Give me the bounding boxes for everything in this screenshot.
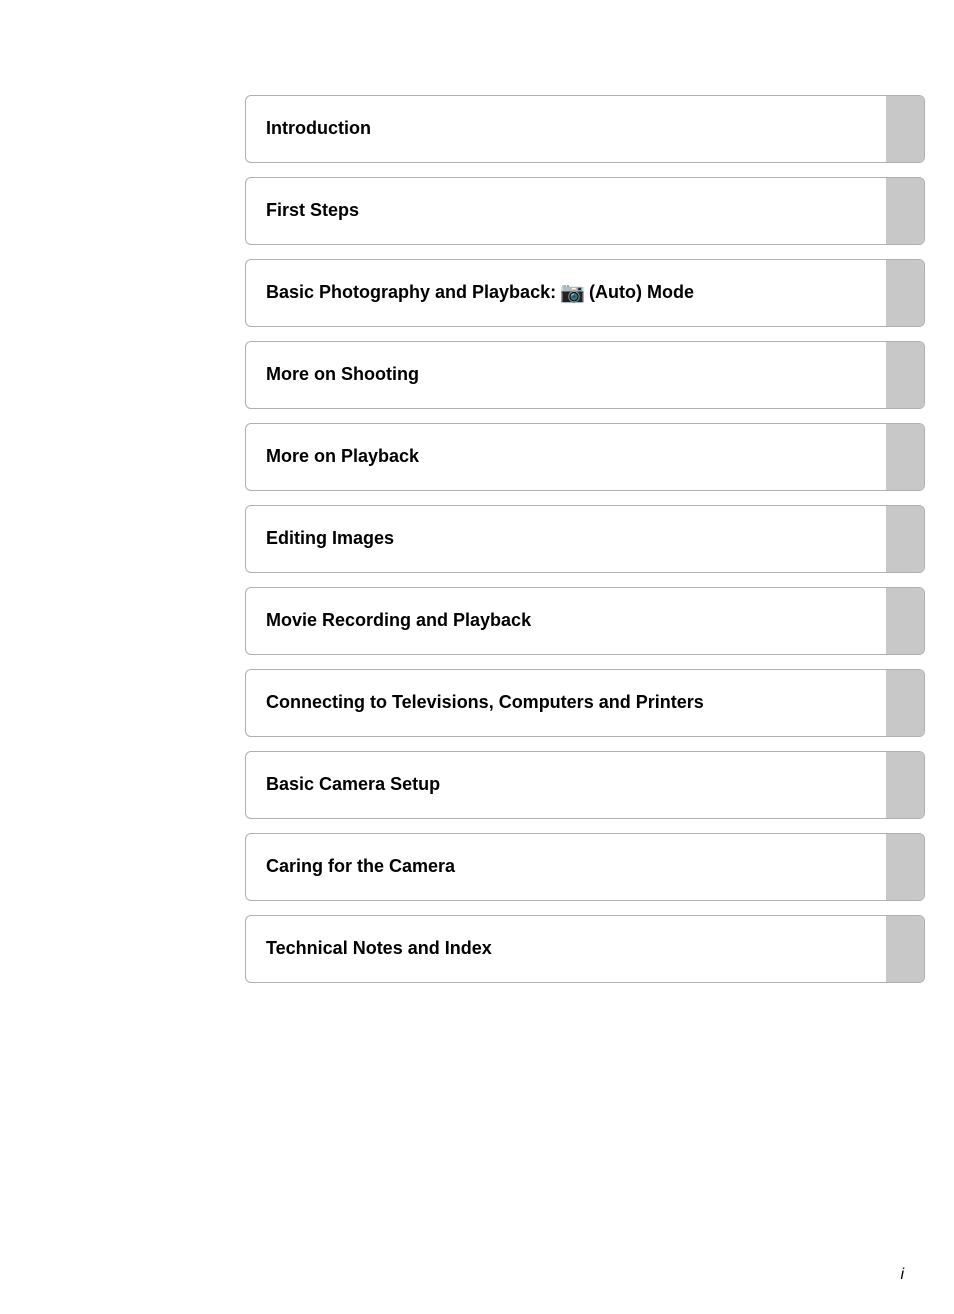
toc-item-editing-images[interactable]: Editing Images: [245, 505, 925, 573]
toc-item-movie-recording[interactable]: Movie Recording and Playback: [245, 587, 925, 655]
toc-tab-caring-camera: [886, 834, 924, 900]
toc-label-basic-camera-setup: Basic Camera Setup: [246, 752, 886, 818]
toc-item-connecting[interactable]: Connecting to Televisions, Computers and…: [245, 669, 925, 737]
toc-tab-basic-photography: [886, 260, 924, 326]
toc-item-more-shooting[interactable]: More on Shooting: [245, 341, 925, 409]
toc-label-more-playback: More on Playback: [246, 424, 886, 490]
toc-label-basic-photography: Basic Photography and Playback:📷 (Auto) …: [246, 260, 886, 326]
toc-label-first-steps: First Steps: [246, 178, 886, 244]
toc-tab-first-steps: [886, 178, 924, 244]
toc-label-editing-images: Editing Images: [246, 506, 886, 572]
toc-label-movie-recording: Movie Recording and Playback: [246, 588, 886, 654]
basic-photography-suffix: (Auto) Mode: [589, 281, 694, 304]
toc-item-basic-camera-setup[interactable]: Basic Camera Setup: [245, 751, 925, 819]
toc-label-technical-notes: Technical Notes and Index: [246, 916, 886, 982]
toc-tab-connecting: [886, 670, 924, 736]
page-container: Introduction First Steps Basic Photograp…: [0, 0, 954, 1314]
toc-label-connecting: Connecting to Televisions, Computers and…: [246, 670, 886, 736]
toc-label-caring-camera: Caring for the Camera: [246, 834, 886, 900]
toc-label-more-shooting: More on Shooting: [246, 342, 886, 408]
toc-tab-basic-camera-setup: [886, 752, 924, 818]
camera-icon: 📷: [560, 280, 585, 306]
toc-tab-movie-recording: [886, 588, 924, 654]
toc-tab-technical-notes: [886, 916, 924, 982]
toc-tab-editing-images: [886, 506, 924, 572]
toc-tab-introduction: [886, 96, 924, 162]
toc-item-technical-notes[interactable]: Technical Notes and Index: [245, 915, 925, 983]
basic-photography-text: Basic Photography and Playback:: [266, 281, 556, 304]
toc-item-caring-camera[interactable]: Caring for the Camera: [245, 833, 925, 901]
toc-item-introduction[interactable]: Introduction: [245, 95, 925, 163]
table-of-contents: Introduction First Steps Basic Photograp…: [245, 95, 925, 997]
toc-item-more-playback[interactable]: More on Playback: [245, 423, 925, 491]
toc-item-first-steps[interactable]: First Steps: [245, 177, 925, 245]
toc-tab-more-playback: [886, 424, 924, 490]
toc-label-introduction: Introduction: [246, 96, 886, 162]
toc-tab-more-shooting: [886, 342, 924, 408]
page-number: i: [900, 1266, 904, 1284]
toc-item-basic-photography[interactable]: Basic Photography and Playback:📷 (Auto) …: [245, 259, 925, 327]
